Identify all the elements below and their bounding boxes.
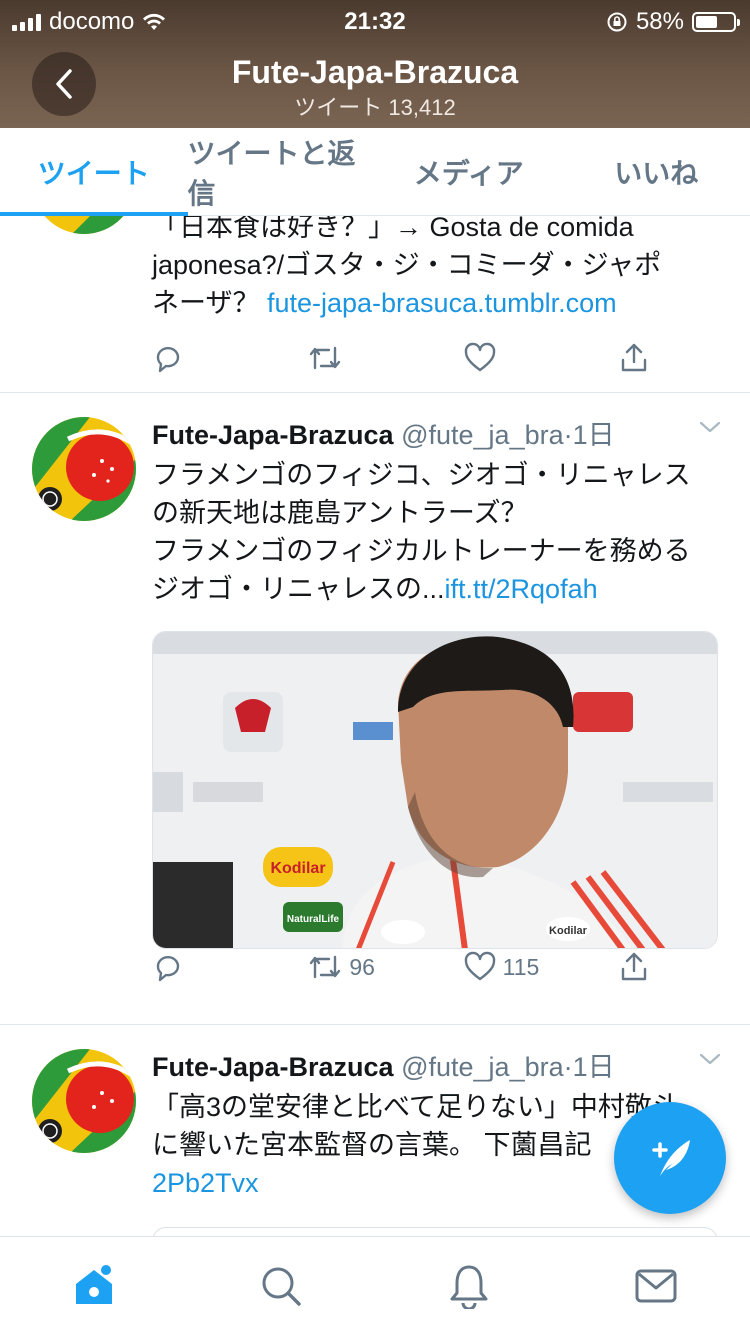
battery-icon xyxy=(692,12,740,32)
reply-icon xyxy=(156,346,180,373)
profile-header: docomo 21:32 58% Fute-Japa-Brazuca ツイート … xyxy=(0,0,750,128)
nav-notifications[interactable] xyxy=(424,1241,514,1331)
rotation-lock-icon xyxy=(607,12,627,32)
nav-messages[interactable] xyxy=(611,1241,701,1331)
battery-percent: 58% xyxy=(635,8,684,35)
chevron-down-icon xyxy=(699,421,721,433)
avatar[interactable] xyxy=(32,216,136,234)
tweet-actions xyxy=(152,336,650,380)
tweet-menu-button[interactable] xyxy=(698,1051,722,1072)
author-handle[interactable]: @fute_ja_bra xyxy=(401,420,564,450)
tweet-link[interactable]: 2Pb2Tvx xyxy=(152,1168,259,1198)
tweet-header: Fute-Japa-Brazuca @fute_ja_bra·1日 xyxy=(152,413,722,452)
retweet-icon xyxy=(310,955,341,979)
reply-button[interactable] xyxy=(152,951,302,983)
tweet-text: 「日本食は好き？」→ Gosta de comida japonesa?/ゴスタ… xyxy=(152,216,662,318)
bottom-nav xyxy=(0,1236,750,1334)
tweet-text: フラメンゴのフィジコ、ジオゴ・リニャレス の新天地は鹿島アントラーズ？ フラメン… xyxy=(152,460,691,604)
profile-tabs: ツイート ツイートと返信 メディア いいね xyxy=(0,128,750,216)
tweet-feed: 「日本食は好き？」→ Gosta de comida japonesa?/ゴスタ… xyxy=(0,216,750,1236)
share-icon xyxy=(621,952,647,981)
search-icon xyxy=(262,1267,301,1306)
retweet-count: 96 xyxy=(349,953,375,980)
mail-icon xyxy=(635,1269,677,1302)
author-name[interactable]: Fute-Japa-Brazuca xyxy=(152,420,394,450)
avatar[interactable] xyxy=(32,1049,136,1153)
author-handle[interactable]: @fute_ja_bra xyxy=(401,1052,564,1082)
retweet-button[interactable]: 96 xyxy=(307,951,457,983)
tweet-time: ·1日 xyxy=(563,1052,615,1082)
bell-icon xyxy=(450,1265,488,1309)
tweet-media-photo[interactable]: Kodilar NaturalLife Kodilar xyxy=(152,631,718,949)
media-sponsor-text: NaturalLife xyxy=(287,914,340,925)
tweet-actions: 96 115 xyxy=(152,945,650,989)
media-sponsor-text: Kodilar xyxy=(270,860,325,877)
tab-tweets-and-replies[interactable]: ツイートと返信 xyxy=(188,128,376,215)
share-button[interactable] xyxy=(618,342,650,374)
tweet[interactable]: Fute-Japa-Brazuca @fute_ja_bra·1日 フラメンゴの… xyxy=(0,393,750,1025)
like-count: 115 xyxy=(502,953,540,980)
reply-button[interactable] xyxy=(152,342,302,374)
tweet[interactable]: 「日本食は好き？」→ Gosta de comida japonesa?/ゴスタ… xyxy=(0,216,750,393)
nav-home[interactable] xyxy=(49,1241,139,1331)
status-bar: docomo 21:32 58% xyxy=(0,0,750,40)
tweet-count: ツイート 13,412 xyxy=(294,95,456,120)
tweet-menu-button[interactable] xyxy=(698,419,722,440)
nav-search[interactable] xyxy=(236,1241,326,1331)
compose-tweet-icon xyxy=(652,1140,690,1176)
tweet-link[interactable]: fute-japa-brasuca.tumblr.com xyxy=(267,288,617,318)
tab-likes[interactable]: いいね xyxy=(563,128,750,215)
tweet-header: Fute-Japa-Brazuca @fute_ja_bra·1日 xyxy=(152,1045,722,1084)
author-name[interactable]: Fute-Japa-Brazuca xyxy=(152,1052,394,1082)
avatar[interactable] xyxy=(32,417,136,521)
tweet-media-card[interactable] xyxy=(152,1227,718,1236)
media-sponsor-text: Kodilar xyxy=(549,925,588,937)
chevron-down-icon xyxy=(699,1053,721,1065)
tab-media[interactable]: メディア xyxy=(375,128,563,215)
heart-icon xyxy=(464,951,495,981)
home-icon xyxy=(75,1262,113,1304)
tab-tweets[interactable]: ツイート xyxy=(0,128,188,216)
profile-name: Fute-Japa-Brazuca xyxy=(231,54,519,90)
like-button[interactable] xyxy=(463,342,613,374)
tweet-time: ·1日 xyxy=(563,420,615,450)
heart-icon xyxy=(464,342,495,372)
retweet-button[interactable] xyxy=(307,342,457,374)
like-button[interactable]: 115 xyxy=(463,951,613,983)
share-icon xyxy=(621,343,647,372)
share-button[interactable] xyxy=(618,951,650,983)
retweet-icon xyxy=(310,346,341,370)
compose-tweet-button[interactable] xyxy=(614,1102,726,1214)
tweet-link[interactable]: ift.tt/2Rqofah xyxy=(445,574,598,604)
reply-icon xyxy=(156,955,180,982)
